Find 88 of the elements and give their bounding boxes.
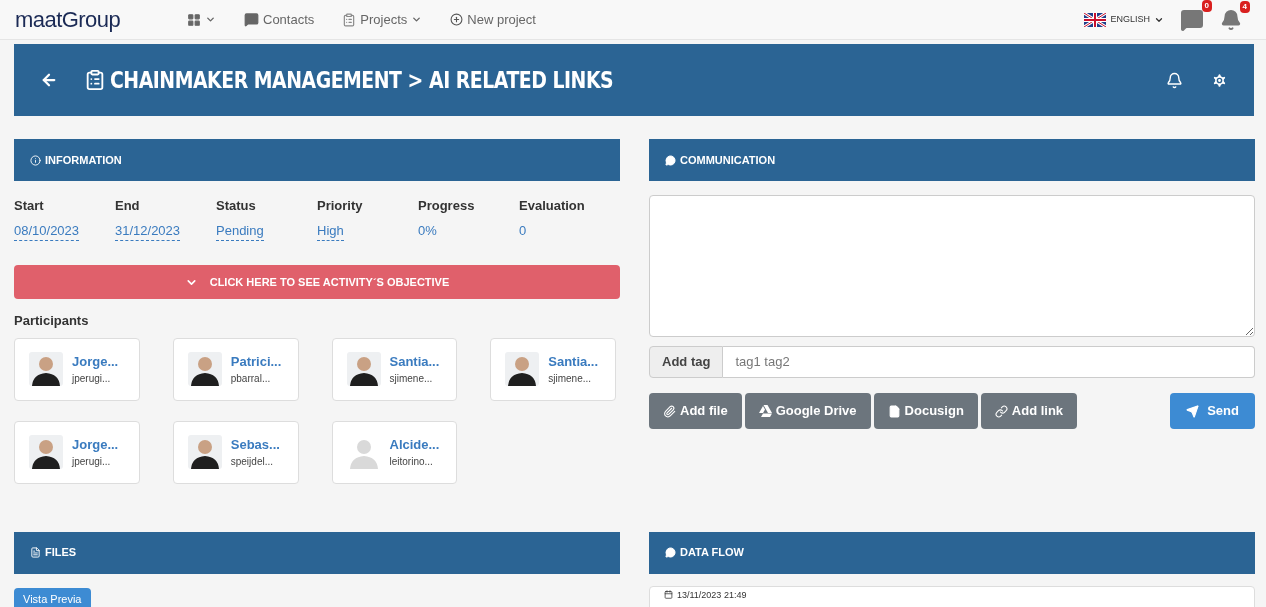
avatar-icon — [29, 435, 63, 469]
comment-icon — [665, 154, 676, 166]
count-badge: 4 — [1239, 0, 1250, 13]
participant-username: sjimene... — [548, 372, 593, 387]
caret-icon — [205, 14, 216, 25]
grid-icon — [187, 12, 201, 27]
field-value[interactable]: 08/10/2023 — [14, 220, 80, 241]
participant-name: Patrici... — [230, 352, 282, 371]
avatar-icon — [346, 352, 381, 386]
page-title: CHAINMAKER MANAGEMENT > AI RELATED LINKS — [110, 65, 614, 95]
preview-button[interactable]: Vista Previa — [14, 587, 91, 607]
panel-title: FILES — [45, 545, 77, 561]
avatar-icon — [505, 352, 540, 386]
participants-label: Participants — [14, 312, 90, 330]
message-field[interactable] — [649, 195, 1255, 337]
participant-card[interactable]: Alcide... leitorino... — [331, 420, 458, 484]
field-label: Priority — [317, 197, 364, 215]
clipboard-icon — [84, 69, 106, 91]
participant-username: pbarral... — [230, 372, 272, 387]
entry-date: 13/11/2023 21:49 — [677, 589, 747, 600]
clipboard-icon — [342, 12, 357, 27]
participant-name: Jorge... — [72, 435, 119, 454]
field-label: End — [115, 197, 141, 215]
participant-name: Sebas... — [230, 435, 280, 454]
paperclip-icon — [663, 404, 676, 418]
settings-icon[interactable] — [1211, 71, 1228, 89]
objective-button[interactable]: CLICK HERE TO SEE ACTIVITY´S OBJECTIVE — [14, 265, 620, 299]
back-icon[interactable] — [40, 71, 58, 89]
nav-link[interactable]: New project — [450, 9, 536, 30]
bell-icon[interactable] — [1166, 71, 1183, 89]
send-button[interactable]: Send — [1170, 393, 1255, 429]
drive-icon — [758, 405, 772, 417]
nav-link[interactable]: Contacts — [244, 9, 315, 30]
field-value: 0% — [418, 221, 437, 240]
field-value[interactable]: Pending — [216, 220, 264, 241]
participant-username: speijdel... — [230, 455, 274, 470]
action-button[interactable]: Docusign — [873, 393, 978, 429]
logo[interactable]: maatGroup — [15, 3, 187, 36]
panel-title: DATA FLOW — [680, 545, 744, 561]
participant-card[interactable]: Jorge... jperugi... — [14, 337, 140, 401]
field-label: Start — [14, 197, 45, 215]
flag-icon — [1084, 12, 1107, 27]
avatar-icon — [187, 352, 222, 386]
participant-card[interactable]: Jorge... jperugi... — [14, 420, 140, 484]
link-icon — [994, 404, 1008, 418]
action-button[interactable]: Google Drive — [744, 393, 871, 429]
language-dropdown[interactable]: ENGLISH — [1084, 12, 1164, 27]
panel-title: INFORMATION — [45, 152, 122, 168]
document-icon — [887, 404, 901, 418]
nav-link[interactable]: Projects — [342, 9, 423, 30]
field-label: Progress — [418, 197, 476, 215]
comment-icon — [665, 547, 676, 558]
field-value: 0 — [519, 221, 527, 240]
messages-button[interactable] — [1180, 7, 1204, 32]
action-button[interactable]: Add file — [649, 393, 742, 429]
avatar-icon — [187, 435, 222, 469]
participant-card[interactable]: Santia... sjimene... — [490, 337, 616, 401]
calendar-icon — [664, 589, 673, 599]
file-icon — [30, 547, 41, 558]
field-value[interactable]: High — [317, 220, 344, 241]
participant-username: sjimene... — [389, 372, 434, 387]
participant-name: Santia... — [389, 352, 440, 371]
chat-icon — [244, 12, 259, 27]
participant-username: jperugi... — [72, 455, 112, 470]
avatar-icon — [29, 352, 63, 386]
plus-icon — [450, 13, 464, 26]
participant-username: leitorino... — [389, 455, 434, 470]
participant-name: Santia... — [548, 352, 599, 371]
action-button[interactable]: Add link — [980, 393, 1078, 429]
field-label: Status — [216, 197, 257, 215]
caret-icon — [411, 14, 423, 25]
tag-input[interactable]: tag1 tag2 — [723, 346, 1255, 378]
tag-label: Add tag — [649, 346, 724, 378]
notifications-button[interactable] — [1220, 8, 1242, 31]
participant-name: Jorge... — [72, 352, 119, 371]
count-badge: 0 — [1201, 0, 1212, 12]
participant-username: jperugi... — [72, 372, 112, 387]
panel-title: COMMUNICATION — [680, 152, 776, 168]
participant-card[interactable]: Sebas... speijdel... — [172, 420, 299, 484]
participant-name: Alcide... — [389, 435, 440, 454]
field-label: Evaluation — [519, 197, 586, 215]
field-value[interactable]: 31/12/2023 — [115, 220, 181, 241]
participant-card[interactable]: Patrici... pbarral... — [172, 337, 299, 401]
info-icon — [30, 154, 41, 166]
participant-card[interactable]: Santia... sjimene... — [331, 337, 458, 401]
send-icon — [1186, 404, 1200, 418]
nav-link[interactable] — [187, 12, 216, 27]
flow-entry[interactable]: 13/11/2023 21:49 — [649, 585, 1255, 607]
